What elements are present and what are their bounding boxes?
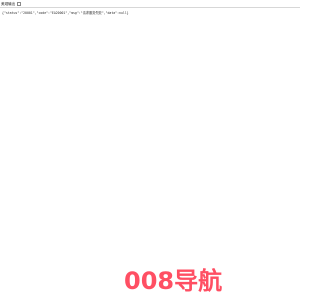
toolbar-divider	[0, 7, 300, 8]
brand-logo-text: 008导航	[124, 267, 222, 294]
brand-logo: 008导航	[124, 266, 260, 294]
page-root: 美观输出 {"status":"20001","code":"EA20001",…	[0, 0, 300, 300]
json-response-text: {"status":"20001","code":"EA20001","msg"…	[2, 11, 129, 15]
output-toolbar: 美观输出	[0, 0, 300, 7]
pretty-print-checkbox[interactable]	[17, 1, 22, 6]
pretty-print-label: 美观输出	[1, 1, 16, 6]
